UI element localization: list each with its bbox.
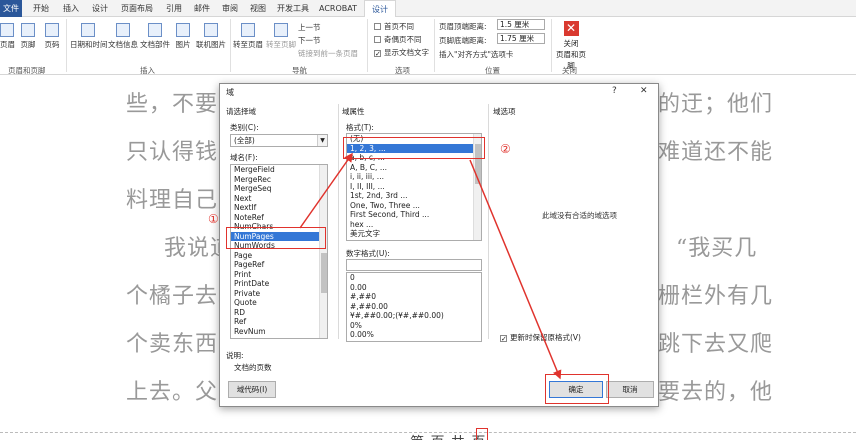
arrow-format-to-ok <box>469 159 562 380</box>
arrow-field-to-format <box>299 152 353 229</box>
annotation-arrows <box>299 152 562 380</box>
annotation-box-footer <box>476 428 488 440</box>
